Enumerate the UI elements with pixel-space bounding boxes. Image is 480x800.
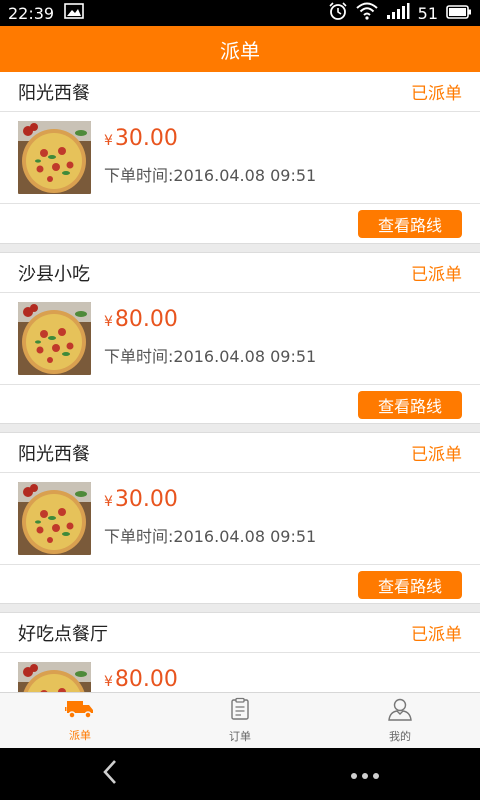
signal-icon: [386, 2, 410, 24]
app-screen: 22:39 51 派单 阳光西餐 已派单 ¥30.00 下单时间:2016.04…: [0, 0, 480, 800]
order-time: 下单时间:2016.04.08 09:51: [104, 166, 317, 185]
tab-label-mine: 我的: [389, 730, 411, 743]
order-status: 已派单: [411, 84, 462, 104]
order-card-header: 阳光西餐 已派单: [0, 433, 480, 473]
system-nav-bar: [0, 748, 480, 800]
order-card-header: 阳光西餐 已派单: [0, 72, 480, 112]
battery-icon: [446, 4, 472, 23]
currency-symbol: ¥: [104, 133, 113, 149]
order-card-body: ¥30.00 下单时间:2016.04.08 09:51: [0, 112, 480, 204]
order-card-header: 好吃点餐厅 已派单: [0, 613, 480, 653]
order-time: 下单时间:2016.04.08 09:51: [104, 347, 317, 366]
order-price: ¥30.00: [104, 487, 178, 512]
status-bar: 22:39 51: [0, 0, 480, 26]
view-route-button[interactable]: 查看路线: [358, 571, 462, 599]
order-card-body: ¥30.00 下单时间:2016.04.08 09:51: [0, 473, 480, 565]
currency-symbol: ¥: [104, 314, 113, 330]
user-icon: [387, 697, 413, 725]
status-time: 22:39: [8, 3, 55, 23]
shop-name: 沙县小吃: [18, 263, 90, 285]
order-price: ¥80.00: [104, 307, 178, 332]
view-route-button[interactable]: 查看路线: [358, 210, 462, 238]
order-status: 已派单: [411, 445, 462, 465]
pizza-thumbnail: [18, 121, 91, 194]
shop-name: 阳光西餐: [18, 82, 90, 104]
price-value: 30.00: [114, 487, 178, 512]
pizza-thumbnail: [18, 302, 91, 375]
order-card[interactable]: 阳光西餐 已派单 ¥30.00 下单时间:2016.04.08 09:51 查看…: [0, 72, 480, 244]
price-value: 30.00: [114, 126, 178, 151]
tab-label-orders: 订单: [229, 730, 251, 743]
truck-icon: [65, 698, 95, 724]
tab-dispatch[interactable]: 派单: [0, 693, 160, 748]
back-icon[interactable]: [100, 758, 120, 790]
view-route-button[interactable]: 查看路线: [358, 391, 462, 419]
title-bar: 派单: [0, 26, 480, 72]
pizza-thumbnail: [18, 662, 91, 692]
order-price: ¥80.00: [104, 667, 178, 692]
order-card-footer: 查看路线: [0, 565, 480, 605]
shop-name: 好吃点餐厅: [18, 623, 108, 645]
tab-mine[interactable]: 我的: [320, 693, 480, 748]
currency-symbol: ¥: [104, 494, 113, 510]
page-title: 派单: [220, 38, 260, 63]
order-status: 已派单: [411, 265, 462, 285]
order-card[interactable]: 阳光西餐 已派单 ¥30.00 下单时间:2016.04.08 09:51 查看…: [0, 432, 480, 604]
shop-name: 阳光西餐: [18, 443, 90, 465]
signal-label: 51: [417, 3, 438, 23]
pizza-thumbnail: [18, 482, 91, 555]
price-value: 80.00: [114, 667, 178, 692]
more-icon[interactable]: [350, 765, 380, 784]
order-price: ¥30.00: [104, 126, 178, 151]
order-card-body: ¥80.00 下单时间:2016.04.08 09:51: [0, 653, 480, 692]
bottom-tab-bar: 派单 订单 我的: [0, 692, 480, 748]
order-status: 已派单: [411, 625, 462, 645]
order-card-footer: 查看路线: [0, 385, 480, 425]
order-time: 下单时间:2016.04.08 09:51: [104, 527, 317, 546]
clipboard-icon: [228, 697, 252, 725]
tab-label-dispatch: 派单: [69, 729, 91, 742]
order-card-footer: 查看路线: [0, 204, 480, 244]
image-icon: [64, 3, 84, 23]
order-card-body: ¥80.00 下单时间:2016.04.08 09:51: [0, 293, 480, 385]
currency-symbol: ¥: [104, 674, 113, 690]
order-list[interactable]: 阳光西餐 已派单 ¥30.00 下单时间:2016.04.08 09:51 查看…: [0, 72, 480, 692]
price-value: 80.00: [114, 307, 178, 332]
tab-orders[interactable]: 订单: [160, 693, 320, 748]
order-card[interactable]: 好吃点餐厅 已派单 ¥80.00 下单时间:2016.04.08 09:51 查…: [0, 612, 480, 692]
alarm-icon: [328, 1, 348, 25]
wifi-icon: [355, 2, 378, 24]
order-card-header: 沙县小吃 已派单: [0, 253, 480, 293]
order-card[interactable]: 沙县小吃 已派单 ¥80.00 下单时间:2016.04.08 09:51 查看…: [0, 252, 480, 424]
